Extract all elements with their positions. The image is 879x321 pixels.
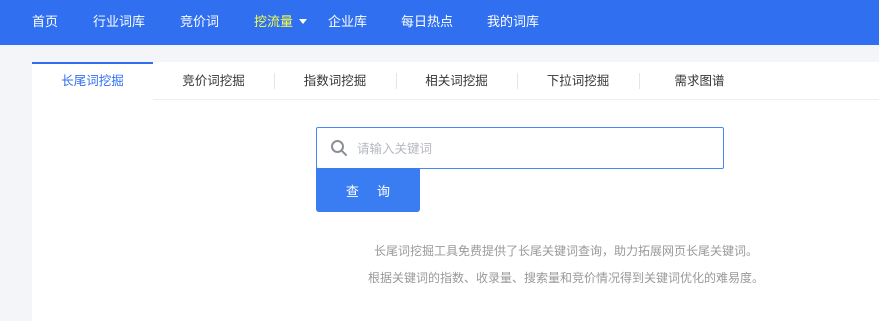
nav-item-my-lexicon[interactable]: 我的词库 (487, 0, 539, 45)
tab-index[interactable]: 指数词挖掘 (274, 62, 396, 100)
tab-dropdown[interactable]: 下拉词挖掘 (517, 62, 639, 100)
search-icon (331, 140, 347, 156)
nav-item-mine-traffic-label: 挖流量 (254, 15, 294, 30)
search-input[interactable] (357, 129, 717, 167)
chevron-down-icon (299, 19, 308, 24)
description-line-2: 根据关键词的指数、收录量、搜索量和竞价情况得到关键词优化的难易度。 (367, 271, 764, 285)
tool-card: 长尾词挖掘 竞价词挖掘 指数词挖掘 相关词挖掘 下拉词挖掘 需求图谱 查 询 长… (32, 62, 879, 321)
search-box (316, 127, 724, 169)
tab-bidding[interactable]: 竞价词挖掘 (153, 62, 274, 100)
nav-item-home[interactable]: 首页 (32, 0, 58, 45)
query-button[interactable]: 查 询 (316, 168, 420, 212)
tab-long-tail[interactable]: 长尾词挖掘 (32, 62, 153, 100)
nav-item-bidding-words[interactable]: 竞价词 (180, 0, 219, 45)
tab-demand-graph[interactable]: 需求图谱 (639, 62, 760, 100)
tool-tabs: 长尾词挖掘 竞价词挖掘 指数词挖掘 相关词挖掘 下拉词挖掘 需求图谱 (32, 62, 879, 100)
nav-item-daily-hot[interactable]: 每日热点 (401, 0, 453, 45)
nav-item-company-library[interactable]: 企业库 (328, 0, 367, 45)
nav-item-industry-lexicon[interactable]: 行业词库 (93, 0, 145, 45)
tab-related[interactable]: 相关词挖掘 (396, 62, 517, 100)
top-nav-bar: 首页 行业词库 竞价词 挖流量 企业库 每日热点 我的词库 (0, 0, 879, 45)
description-line-1: 长尾词挖掘工具免费提供了长尾关键词查询，助力拓展网页长尾关键词。 (373, 244, 758, 258)
nav-item-mine-traffic[interactable]: 挖流量 (254, 0, 308, 45)
